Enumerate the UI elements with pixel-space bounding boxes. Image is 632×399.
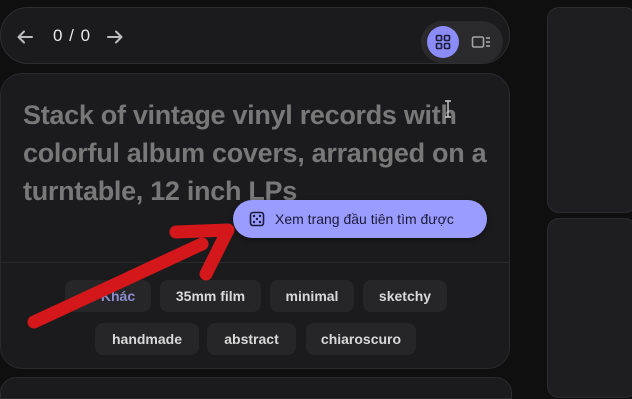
- arrow-left-icon[interactable]: [15, 27, 35, 47]
- chip-label: 35mm film: [175, 288, 246, 304]
- grid-icon[interactable]: [427, 26, 459, 58]
- cta-label: Xem trang đầu tiên tìm được: [275, 211, 454, 227]
- divider: [1, 262, 509, 263]
- view-toggle: [421, 21, 503, 63]
- chip-handmade[interactable]: handmade: [95, 323, 199, 355]
- chip-abstract[interactable]: abstract: [207, 323, 296, 355]
- navigation-bar: 0 / 0: [0, 7, 510, 64]
- view-first-result-button[interactable]: Xem trang đầu tiên tìm được: [233, 200, 487, 238]
- chip-label: chiaroscuro: [320, 331, 402, 347]
- next-card: [0, 377, 512, 399]
- chip-label: handmade: [111, 331, 182, 347]
- arrow-right-icon[interactable]: [105, 27, 125, 47]
- chip-35mm-film[interactable]: 35mm film: [160, 280, 261, 312]
- list-icon[interactable]: [465, 26, 497, 58]
- chip-khac[interactable]: Khác: [65, 280, 151, 312]
- refresh-icon: [81, 289, 95, 303]
- chip-label: minimal: [285, 288, 339, 304]
- chip-label: Khác: [100, 288, 136, 304]
- chip-label: abstract: [224, 331, 279, 347]
- side-panel-top: [547, 7, 632, 213]
- dice-icon: [249, 211, 265, 227]
- chip-sketchy[interactable]: sketchy: [363, 280, 447, 312]
- result-counter: 0 / 0: [53, 26, 92, 45]
- side-panel-bottom: [547, 218, 632, 398]
- text-cursor-icon: [443, 100, 453, 118]
- chip-label: sketchy: [378, 288, 432, 304]
- prompt-text[interactable]: Stack of vintage vinyl records with colo…: [23, 96, 493, 210]
- chip-minimal[interactable]: minimal: [270, 280, 354, 312]
- chip-chiaroscuro[interactable]: chiaroscuro: [306, 323, 416, 355]
